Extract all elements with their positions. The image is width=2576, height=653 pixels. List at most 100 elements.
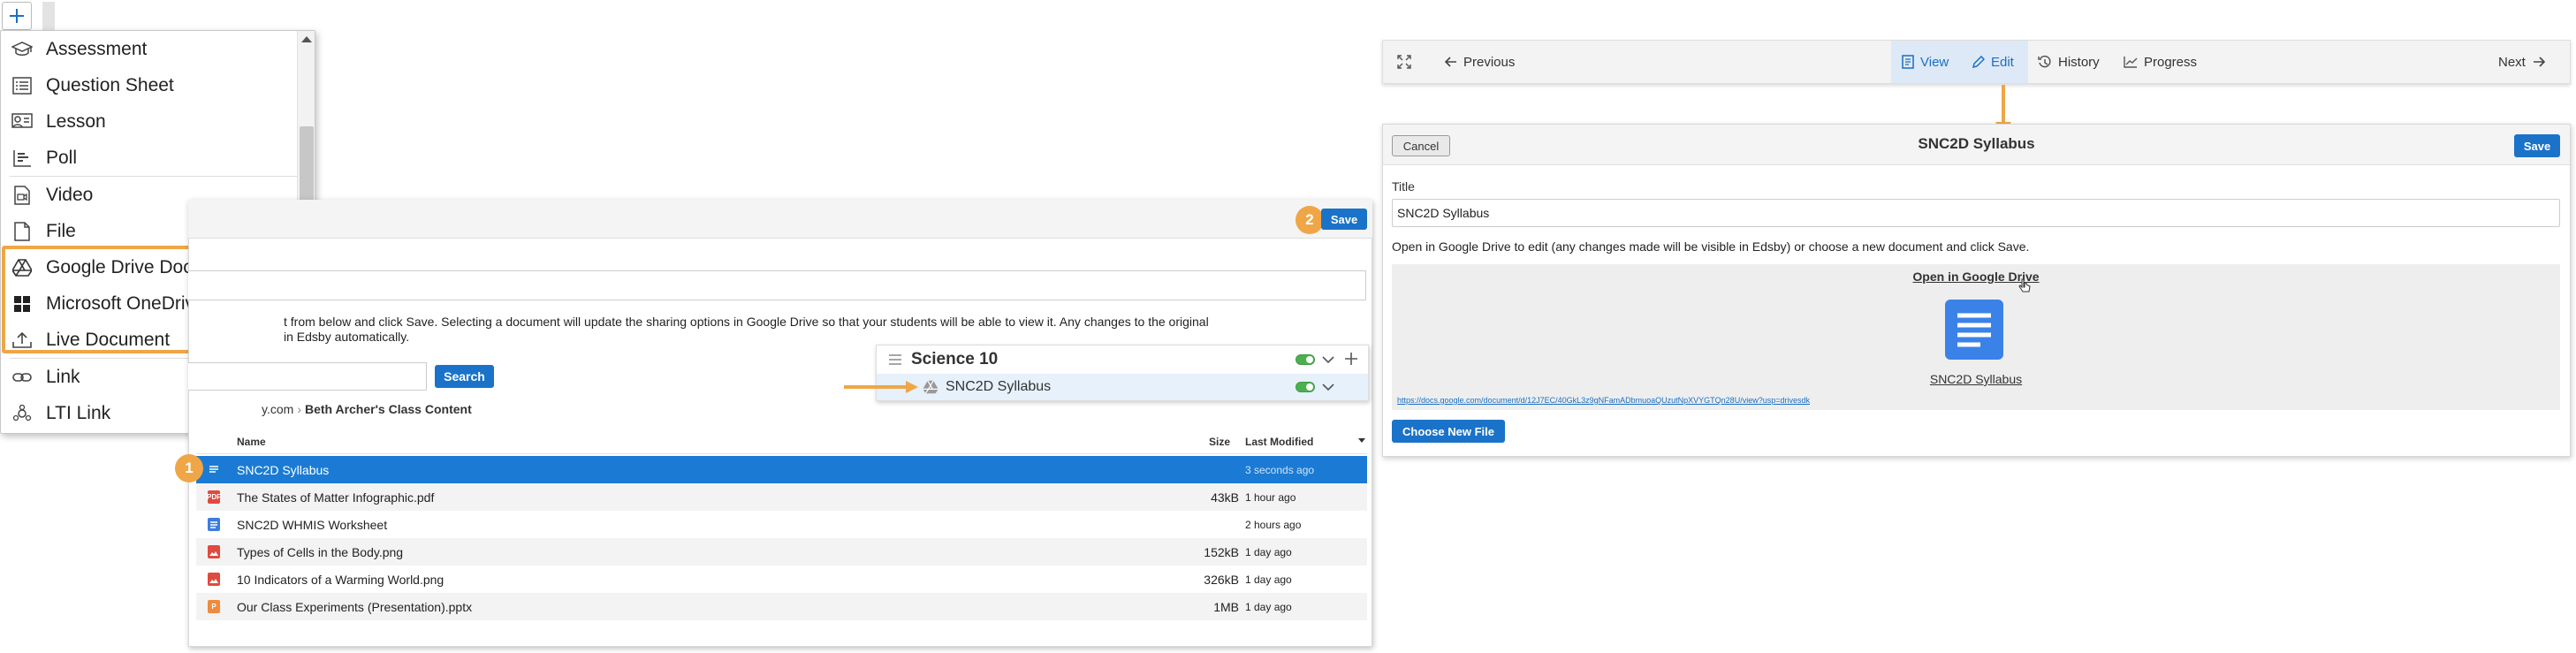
menu-item-assessment[interactable]: Assessment <box>1 31 298 67</box>
menu-item-label: Question Sheet <box>46 74 174 95</box>
table-row[interactable]: 10 Indicators of a Warming World.png 326… <box>196 566 1367 593</box>
table-row[interactable]: Types of Cells in the Body.png 152kB 1 d… <box>196 538 1367 566</box>
fullscreen-button[interactable] <box>1397 41 1411 83</box>
chevron-down-icon[interactable] <box>1322 383 1334 391</box>
file-name: Types of Cells in the Body.png <box>237 545 404 559</box>
picker-description-cont: in Edsby automatically. <box>284 330 410 344</box>
edit-tab[interactable]: Edit <box>1972 41 2014 83</box>
table-row[interactable]: PDF The States of Matter Infographic.pdf… <box>196 483 1367 511</box>
course-card: Science 10 SNC2D Syllabus <box>876 345 1369 401</box>
document-url[interactable]: https://docs.google.com/document/d/12J7E… <box>1397 396 1810 405</box>
image-icon <box>208 573 220 586</box>
picker-search-input[interactable] <box>188 362 427 391</box>
visibility-toggle[interactable] <box>1296 382 1315 392</box>
menu-item-label: Poll <box>46 147 78 168</box>
file-modified: 1 hour ago <box>1245 491 1296 504</box>
editor-title: SNC2D Syllabus <box>1918 135 2035 152</box>
course-item-title: SNC2D Syllabus <box>946 379 1052 394</box>
plus-icon[interactable] <box>1345 353 1357 365</box>
menu-item-label: LTI Link <box>46 402 111 423</box>
course-item-row[interactable]: SNC2D Syllabus <box>877 374 1368 400</box>
google-docs-icon[interactable] <box>1945 300 2003 360</box>
previous-button[interactable]: Previous <box>1445 41 1515 83</box>
file-name: Our Class Experiments (Presentation).ppt… <box>237 600 473 614</box>
column-last-modified[interactable]: Last Modified <box>1245 436 1313 448</box>
menu-item-question-sheet[interactable]: Question Sheet <box>1 67 298 103</box>
editor-description: Open in Google Drive to edit (any change… <box>1392 239 2030 254</box>
choose-new-file-button[interactable]: Choose New File <box>1392 420 1505 443</box>
search-button[interactable]: Search <box>435 365 494 388</box>
chevron-down-icon[interactable] <box>1322 356 1334 364</box>
google-drive-icon <box>923 380 938 394</box>
next-button[interactable]: Next <box>2498 41 2545 83</box>
breadcrumb: y.com › Beth Archer's Class Content <box>262 402 472 416</box>
step-1-badge: 1 <box>175 454 203 482</box>
link-icon <box>11 367 33 388</box>
breadcrumb-root[interactable]: y.com <box>262 402 293 416</box>
table-header: Name Size Last Modified <box>196 428 1367 454</box>
table-row[interactable]: P Our Class Experiments (Presentation).p… <box>196 593 1367 620</box>
arrow-right-icon <box>2533 57 2545 67</box>
drag-handle-icon[interactable] <box>889 354 901 365</box>
trend-chart-icon <box>2124 56 2138 68</box>
file-name: SNC2D Syllabus <box>237 463 330 477</box>
cancel-button[interactable]: Cancel <box>1392 135 1450 156</box>
picker-title-input[interactable] <box>188 270 1366 300</box>
lti-icon <box>11 403 33 424</box>
view-tab[interactable]: View <box>1902 41 1949 83</box>
file-size: 43kB <box>1211 490 1239 505</box>
pencil-icon <box>1972 55 1985 69</box>
scroll-up-icon[interactable] <box>301 36 312 42</box>
menu-item-poll[interactable]: Poll <box>1 140 298 176</box>
table-row[interactable]: SNC2D Syllabus 3 seconds ago <box>196 456 1367 483</box>
view-label: View <box>1920 54 1949 70</box>
menu-item-label: Assessment <box>46 38 148 59</box>
menu-item-label: Link <box>46 366 80 387</box>
toolbar-divider <box>42 2 55 30</box>
document-preview: Open in Google Drive SNC2D Syllabus http… <box>1392 264 2560 410</box>
file-modified: 1 day ago <box>1245 601 1292 613</box>
file-size: 326kB <box>1204 573 1239 587</box>
file-size: 1MB <box>1213 600 1239 614</box>
arrow-right-icon <box>844 381 918 393</box>
list-icon <box>11 75 33 96</box>
history-tab[interactable]: History <box>2038 41 2100 83</box>
file-modified: 1 day ago <box>1245 546 1292 558</box>
table-row[interactable]: SNC2D WHMIS Worksheet 2 hours ago <box>196 511 1367 538</box>
file-icon <box>11 221 33 242</box>
visibility-toggle[interactable] <box>1296 354 1315 365</box>
item-editor: SNC2D Syllabus Cancel Save Title SNC2D S… <box>1382 124 2571 457</box>
item-nav-bar: Previous View Edit History Progress Next <box>1382 40 2571 84</box>
step-2-badge: 2 <box>1296 206 1324 234</box>
menu-item-lesson[interactable]: Lesson <box>1 103 298 140</box>
lesson-icon <box>11 111 33 133</box>
open-in-google-drive-link[interactable]: Open in Google Drive <box>1392 270 2560 284</box>
arrow-left-icon <box>1445 57 1457 67</box>
graduation-cap-icon <box>11 39 33 60</box>
picker-save-button[interactable]: Save <box>1321 209 1367 230</box>
image-icon <box>208 545 220 558</box>
save-button[interactable]: Save <box>2514 134 2560 157</box>
pdf-icon: PDF <box>207 490 221 504</box>
title-label: Title <box>1392 179 1415 194</box>
next-label: Next <box>2498 54 2526 70</box>
course-title: Science 10 <box>911 350 999 368</box>
title-input[interactable]: SNC2D Syllabus <box>1392 199 2560 227</box>
plus-icon <box>10 9 24 23</box>
menu-item-label: File <box>46 220 76 241</box>
file-name: SNC2D WHMIS Worksheet <box>237 518 388 532</box>
expand-icon <box>1397 55 1411 69</box>
file-name: 10 Indicators of a Warming World.png <box>237 573 445 587</box>
file-modified: 2 hours ago <box>1245 519 1302 531</box>
sort-down-icon[interactable] <box>1358 438 1365 443</box>
column-name[interactable]: Name <box>237 436 266 448</box>
picker-description: t from below and click Save. Selecting a… <box>284 315 1209 329</box>
editor-header: SNC2D Syllabus Cancel Save <box>1383 125 2570 165</box>
document-name[interactable]: SNC2D Syllabus <box>1392 372 2560 386</box>
progress-tab[interactable]: Progress <box>2124 41 2197 83</box>
doc-icon <box>208 463 220 476</box>
column-size[interactable]: Size <box>1209 436 1230 448</box>
picker-header <box>188 200 1372 239</box>
add-button[interactable] <box>2 2 32 30</box>
breadcrumb-current: Beth Archer's Class Content <box>304 402 472 416</box>
